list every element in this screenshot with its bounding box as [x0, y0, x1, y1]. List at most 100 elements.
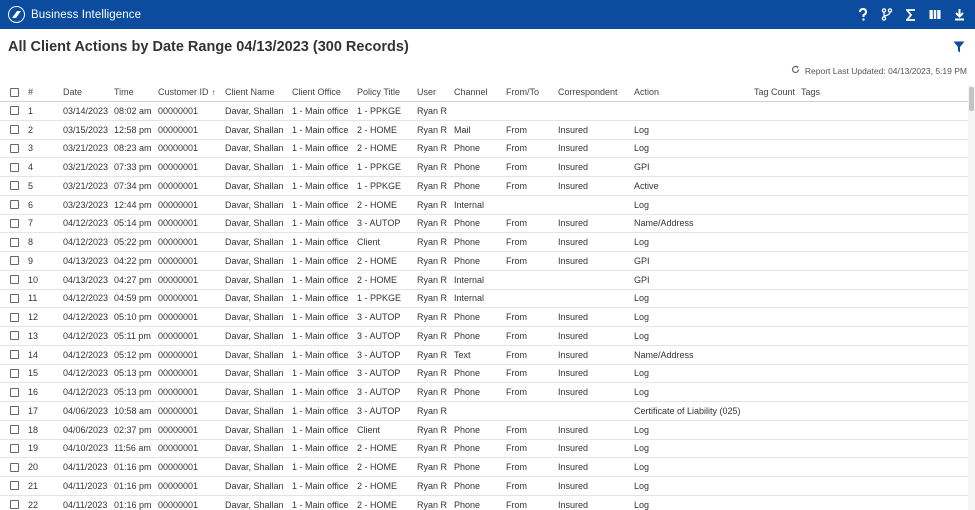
branch-icon[interactable] — [881, 8, 893, 22]
row-checkbox[interactable] — [10, 181, 19, 191]
cell-correspondent: Insured — [558, 143, 589, 154]
table-row[interactable]: 17 04/06/2023 10:58 am 00000001 Davar, Shall… — [0, 402, 975, 421]
cell-date: 04/12/2023 — [63, 330, 109, 341]
row-checkbox[interactable] — [10, 256, 19, 266]
col-header-customer-id[interactable]: Customer ID ↑ — [158, 87, 225, 97]
table-row[interactable]: 10 04/13/2023 04:27 pm 00000001 Davar, Shall… — [0, 271, 975, 290]
row-checkbox[interactable] — [10, 331, 19, 341]
sigma-icon[interactable] — [905, 8, 917, 22]
table-row[interactable]: 15 04/12/2023 05:13 pm 00000001 Davar, Shall… — [0, 365, 975, 384]
row-checkbox[interactable] — [10, 368, 19, 378]
table-row[interactable]: 2 03/15/2023 12:58 pm 00000001 Davar, Shalla… — [0, 121, 975, 140]
row-checkbox[interactable] — [10, 162, 19, 172]
col-header-time[interactable]: Time — [114, 87, 158, 97]
report-updated-text: Report Last Updated: 04/13/2023, 5:19 PM — [804, 65, 967, 76]
table-row[interactable]: 14 04/12/2023 05:12 pm 00000001 Davar, Shall… — [0, 346, 975, 365]
cell-user: Ryan R — [417, 237, 448, 248]
cell-customer-id: 00000001 — [158, 405, 199, 416]
col-header-from-to[interactable]: From/To — [506, 87, 558, 97]
cell-user: Ryan R — [417, 368, 448, 379]
row-checkbox[interactable] — [10, 125, 19, 135]
cell-policy-title: 2 - HOME — [357, 124, 398, 135]
cell-from-to: From — [506, 124, 527, 135]
col-header-tags[interactable]: Tags — [801, 87, 861, 97]
table-row[interactable]: 18 04/06/2023 02:37 pm 00000001 Davar, Shall… — [0, 421, 975, 440]
table-row[interactable]: 13 04/12/2023 05:11 pm 00000001 Davar, Shall… — [0, 327, 975, 346]
row-checkbox[interactable] — [10, 106, 19, 116]
cell-policy-title: 1 - PPKGE — [357, 162, 402, 173]
cell-user: Ryan R — [417, 499, 448, 510]
scrollbar-thumb[interactable] — [969, 87, 974, 111]
help-icon[interactable] — [857, 8, 869, 22]
cell-date: 04/12/2023 — [63, 368, 109, 379]
col-header-number[interactable]: # — [28, 87, 63, 97]
columns-icon[interactable] — [929, 8, 941, 22]
row-checkbox[interactable] — [10, 443, 19, 453]
col-header-channel[interactable]: Channel — [454, 87, 506, 97]
cell-number: 16 — [28, 387, 39, 398]
cell-date: 04/06/2023 — [63, 405, 109, 416]
filter-icon[interactable] — [953, 41, 965, 53]
cell-user: Ryan R — [417, 105, 448, 116]
table-row[interactable]: 20 04/11/2023 01:16 pm 00000001 Davar, Shall… — [0, 458, 975, 477]
cell-client-name: Davar, Shallan — [225, 330, 284, 341]
cell-user: Ryan R — [417, 443, 448, 454]
row-checkbox[interactable] — [10, 387, 19, 397]
table-row[interactable]: 5 03/21/2023 07:34 pm 00000001 Davar, Shalla… — [0, 177, 975, 196]
col-header-user[interactable]: User — [417, 87, 454, 97]
cell-policy-title: 2 - HOME — [357, 499, 398, 510]
cell-action: Log — [634, 480, 650, 491]
row-checkbox[interactable] — [10, 312, 19, 322]
select-all-cell — [0, 87, 28, 97]
cell-client-office: 1 - Main office — [292, 218, 349, 229]
col-header-date[interactable]: Date — [63, 87, 114, 97]
refresh-icon[interactable] — [791, 65, 800, 76]
cell-correspondent: Insured — [558, 462, 589, 473]
table-row[interactable]: 19 04/10/2023 11:56 am 00000001 Davar, Shall… — [0, 440, 975, 459]
row-checkbox[interactable] — [10, 406, 19, 416]
select-all-checkbox[interactable] — [10, 87, 19, 97]
cell-customer-id: 00000001 — [158, 368, 199, 379]
table-row[interactable]: 11 04/12/2023 04:59 pm 00000001 Davar, Shall… — [0, 290, 975, 309]
table-row[interactable]: 9 04/13/2023 04:22 pm 00000001 Davar, Shalla… — [0, 252, 975, 271]
row-checkbox[interactable] — [10, 481, 19, 491]
table-row[interactable]: 16 04/12/2023 05:13 pm 00000001 Davar, Shall… — [0, 383, 975, 402]
cell-number: 4 — [28, 162, 34, 173]
table-row[interactable]: 3 03/21/2023 08:23 am 00000001 Davar, Shalla… — [0, 140, 975, 159]
col-header-tag-count[interactable]: Tag Count — [754, 87, 801, 97]
table-row[interactable]: 6 03/23/2023 12:44 pm 00000001 Davar, Shalla… — [0, 196, 975, 215]
row-checkbox[interactable] — [10, 275, 19, 285]
col-header-client-office[interactable]: Client Office — [292, 87, 357, 97]
cell-action: Log — [634, 424, 650, 435]
row-checkbox[interactable] — [10, 350, 19, 360]
table-row[interactable]: 21 04/11/2023 01:16 pm 00000001 Davar, Shall… — [0, 477, 975, 496]
cell-client-office: 1 - Main office — [292, 499, 349, 510]
vertical-scrollbar[interactable] — [968, 85, 975, 510]
cell-policy-title: 2 - HOME — [357, 255, 398, 266]
cell-number: 5 — [28, 180, 34, 191]
cell-client-name: Davar, Shallan — [225, 424, 284, 435]
table-row[interactable]: 12 04/12/2023 05:10 pm 00000001 Davar, Shall… — [0, 308, 975, 327]
table-row[interactable]: 1 03/14/2023 08:02 am 00000001 Davar, Shalla… — [0, 102, 975, 121]
table-row[interactable]: 8 04/12/2023 05:22 pm 00000001 Davar, Shalla… — [0, 233, 975, 252]
row-checkbox[interactable] — [10, 425, 19, 435]
row-checkbox[interactable] — [10, 237, 19, 247]
row-checkbox[interactable] — [10, 293, 19, 303]
page-title: All Client Actions by Date Range 04/13/2… — [8, 39, 409, 55]
col-header-correspondent[interactable]: Correspondent — [558, 87, 634, 97]
row-checkbox[interactable] — [10, 218, 19, 228]
row-checkbox[interactable] — [10, 143, 19, 153]
row-checkbox[interactable] — [10, 200, 19, 210]
col-header-policy-title[interactable]: Policy Title — [357, 87, 417, 97]
cell-correspondent: Insured — [558, 162, 589, 173]
row-checkbox[interactable] — [10, 500, 19, 510]
table-row[interactable]: 22 04/11/2023 01:16 pm 00000001 Davar, Shall… — [0, 496, 975, 510]
col-header-action[interactable]: Action — [634, 87, 754, 97]
cell-number: 15 — [28, 368, 39, 379]
table-row[interactable]: 7 04/12/2023 05:14 pm 00000001 Davar, Shalla… — [0, 215, 975, 234]
download-icon[interactable] — [953, 8, 965, 22]
row-checkbox[interactable] — [10, 462, 19, 472]
table-row[interactable]: 4 03/21/2023 07:33 pm 00000001 Davar, Shalla… — [0, 158, 975, 177]
cell-from-to: From — [506, 330, 527, 341]
col-header-client-name[interactable]: Client Name — [225, 87, 292, 97]
